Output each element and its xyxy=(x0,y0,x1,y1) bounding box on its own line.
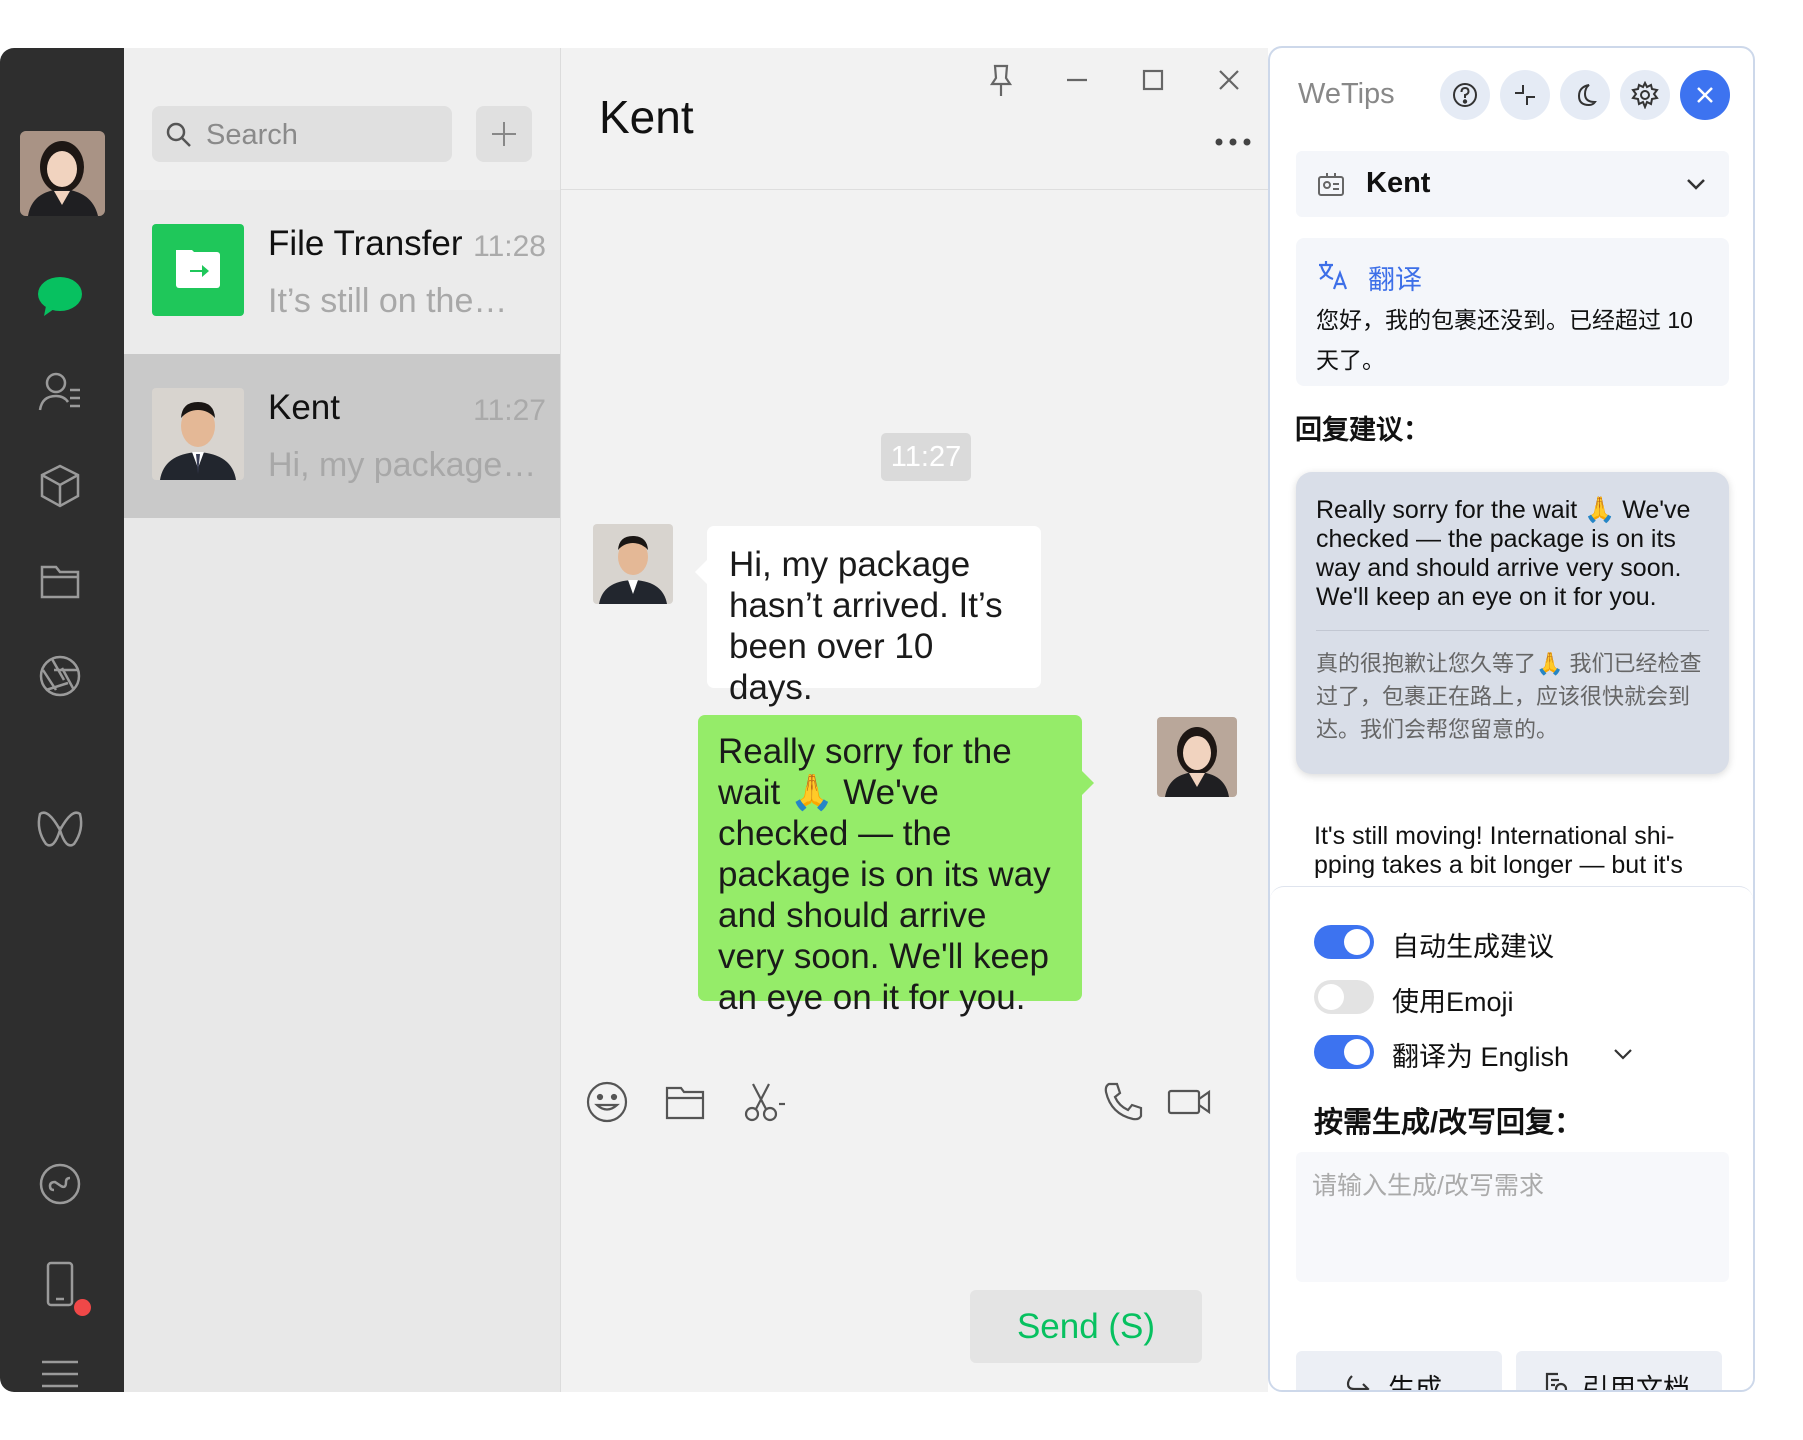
video-call-icon[interactable] xyxy=(1165,1078,1213,1126)
options-panel: 自动生成建议 使用Emoji 翻译为 English 按需生成/改写回复： 生成… xyxy=(1270,886,1753,1392)
file-transfer-icon xyxy=(152,224,244,316)
reply-arrow-icon xyxy=(1346,1375,1370,1390)
emoji-toggle[interactable] xyxy=(1314,980,1374,1014)
plus-icon xyxy=(492,122,516,146)
app-root: Search File Transfer 11:28 It’s still on… xyxy=(0,0,1803,1440)
mini-program-icon[interactable] xyxy=(34,1158,86,1210)
conversation-item-file-transfer[interactable]: File Transfer 11:28 It’s still on the… xyxy=(124,190,560,354)
cube-icon[interactable] xyxy=(34,460,86,512)
kent-avatar xyxy=(152,388,244,480)
generate-request-input[interactable] xyxy=(1296,1152,1729,1282)
search-placeholder: Search xyxy=(206,119,298,151)
minimize-icon[interactable] xyxy=(1057,60,1097,100)
panel-close-icon[interactable] xyxy=(1680,70,1730,120)
notification-dot xyxy=(74,1299,91,1316)
sidebar xyxy=(0,48,124,1392)
settings-gear-icon[interactable] xyxy=(1620,70,1670,120)
suggestion-text-en: Really sorry for the wait 🙏 We've checke… xyxy=(1316,496,1691,611)
maximize-icon[interactable] xyxy=(1133,60,1173,100)
suggestion-card[interactable]: Really sorry for the wait 🙏 We've checke… xyxy=(1296,472,1729,774)
generate-label: 生成 xyxy=(1388,1374,1442,1392)
list-header: Search xyxy=(124,48,560,190)
language-chevron-down-icon[interactable] xyxy=(1610,1041,1636,1067)
folder-icon[interactable] xyxy=(34,555,86,607)
my-message-avatar[interactable] xyxy=(1157,717,1237,797)
translate-toggle-label: 翻译为 English xyxy=(1392,1042,1570,1072)
conversation-preview: Hi, my package… xyxy=(268,446,537,484)
conversation-time: 11:27 xyxy=(473,394,546,427)
conversation-time: 11:28 xyxy=(473,230,546,263)
generate-button[interactable]: 生成 xyxy=(1296,1351,1502,1392)
help-icon[interactable] xyxy=(1440,70,1490,120)
pin-icon[interactable] xyxy=(981,60,1021,100)
search-input[interactable]: Search xyxy=(152,106,452,162)
contact-name: Kent xyxy=(1366,167,1431,199)
emoji-toggle-label: 使用Emoji xyxy=(1392,987,1514,1017)
wetips-title: WeTips xyxy=(1298,78,1395,110)
conversation-list: Search File Transfer 11:28 It’s still on… xyxy=(124,48,560,1392)
generate-title: 按需生成/改写回复： xyxy=(1314,1107,1584,1139)
suggestions-title: 回复建议： xyxy=(1295,415,1430,445)
add-button[interactable] xyxy=(476,106,532,162)
emoji-icon[interactable] xyxy=(583,1078,631,1126)
search-icon xyxy=(166,122,191,147)
send-button[interactable]: Send (S) xyxy=(970,1290,1202,1363)
contacts-icon[interactable] xyxy=(34,366,86,418)
conversation-item-kent[interactable]: Kent 11:27 Hi, my package… xyxy=(124,354,560,518)
conversation-name: File Transfer xyxy=(268,224,463,263)
conversation-name: Kent xyxy=(268,388,340,427)
menu-icon[interactable] xyxy=(34,1348,86,1400)
close-icon[interactable] xyxy=(1209,60,1249,100)
my-avatar[interactable] xyxy=(20,131,105,216)
conversation-preview: It’s still on the… xyxy=(268,282,508,320)
kent-message-avatar[interactable] xyxy=(593,524,673,604)
chat-panel: Kent 11:27 Hi, my package hasn’t arrived… xyxy=(560,48,1269,1392)
translation-card: 翻译 您好，我的包裹还没到。已经超过 10 天了。 xyxy=(1296,238,1729,386)
folder-send-icon[interactable] xyxy=(661,1078,709,1126)
suggestion-card-2[interactable]: It's still moving! International shi-ppi… xyxy=(1314,822,1714,882)
auto-suggest-toggle[interactable] xyxy=(1314,925,1374,959)
voice-call-icon[interactable] xyxy=(1099,1078,1147,1126)
message-timestamp: 11:27 xyxy=(881,433,971,481)
scissors-icon[interactable] xyxy=(739,1078,787,1126)
chevron-down-icon xyxy=(1687,179,1705,190)
contact-card-icon xyxy=(1318,173,1344,196)
reference-doc-button[interactable]: 引用文档 xyxy=(1516,1351,1722,1392)
incoming-message: Hi, my package hasn’t arrived. It’s been… xyxy=(695,526,1041,707)
contact-selector[interactable]: Kent xyxy=(1296,151,1729,217)
translate-label: 翻译 xyxy=(1368,265,1422,295)
wetips-panel: WeTips Kent 翻译 您好，我的包裹还没到。已经超过 10 天了。 回复… xyxy=(1268,46,1755,1392)
reference-doc-label: 引用文档 xyxy=(1582,1374,1690,1392)
translate-icon xyxy=(1319,261,1348,290)
aperture-icon[interactable] xyxy=(34,650,86,702)
document-search-icon xyxy=(1545,1372,1568,1390)
chat-bubble-icon[interactable] xyxy=(34,270,86,322)
butterfly-icon[interactable] xyxy=(34,804,86,856)
chat-header: Kent xyxy=(561,48,1269,190)
suggestion-divider xyxy=(1316,630,1709,631)
translate-toggle[interactable] xyxy=(1314,1035,1374,1069)
dark-mode-icon[interactable] xyxy=(1560,70,1610,120)
collapse-icon[interactable] xyxy=(1500,70,1550,120)
more-options-icon[interactable] xyxy=(1211,130,1255,154)
translation-text: 您好，我的包裹还没到。已经超过 10 天了。 xyxy=(1316,307,1693,373)
suggestion-text-zh: 真的很抱歉让您久等了🙏 我们已经检查过了，包裹正在路上，应该很快就会到达。我们会… xyxy=(1316,651,1702,742)
auto-suggest-label: 自动生成建议 xyxy=(1392,932,1554,962)
outgoing-message: Really sorry for the wait 🙏 We've checke… xyxy=(698,715,1094,1017)
chat-title: Kent xyxy=(599,91,694,143)
